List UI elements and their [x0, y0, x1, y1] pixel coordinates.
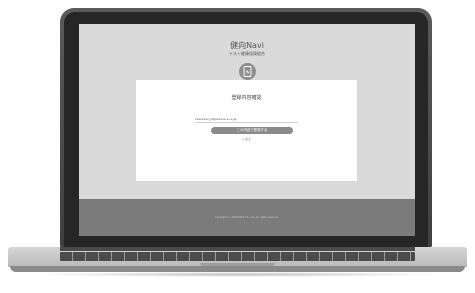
footer: Copyright (c) XXXXXXXX Co., Ltd. All rig…: [79, 199, 415, 236]
site-subtitle: テスト健康保険組合: [229, 51, 265, 56]
screen: 健向Navi テスト健康保険組合 登録内容確認 xxxxxxxx_k@xxxxx…: [79, 24, 415, 236]
back-link[interactable]: < 戻る: [136, 137, 357, 141]
logo-icon: [239, 63, 256, 80]
smartphone-health-icon: [243, 66, 252, 77]
card-title: 登録内容確認: [231, 95, 262, 101]
laptop-hinge: [60, 247, 415, 251]
copyright-text: Copyright (c) XXXXXXXX Co., Ltd. All rig…: [215, 216, 279, 219]
site-brand: 健向Navi: [230, 41, 264, 50]
laptop-shadow: [30, 272, 445, 277]
email-divider: [195, 122, 298, 123]
confirmation-card: 登録内容確認 xxxxxxxx_k@xxxxxx-s.co.jp この内容で登録…: [136, 80, 357, 181]
email-value: xxxxxxxx_k@xxxxxx-s.co.jp: [195, 117, 237, 121]
register-button[interactable]: この内容で登録する: [211, 127, 293, 134]
keyboard-edge: [60, 252, 415, 261]
